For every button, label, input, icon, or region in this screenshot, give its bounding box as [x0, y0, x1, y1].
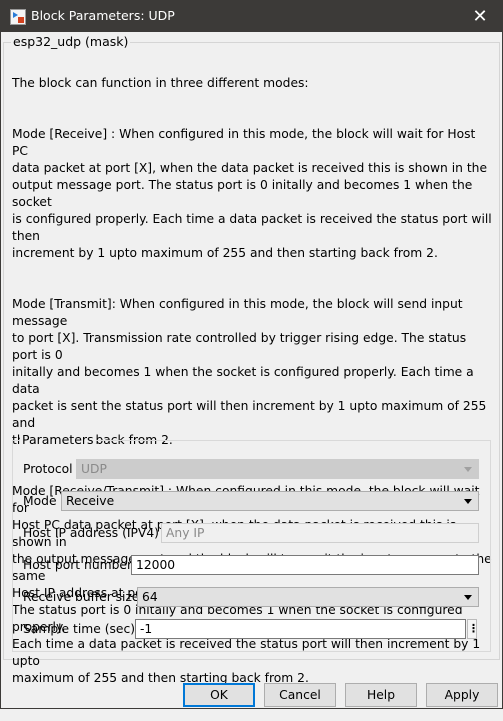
sample-time-label: Sample time (sec) — [23, 622, 136, 636]
mask-legend: esp32_udp (mask) — [11, 34, 131, 49]
more-options-button[interactable]: ⋮ — [467, 619, 479, 639]
title-bar: Block Parameters: UDP ✕ — [1, 1, 502, 32]
chevron-down-icon — [464, 595, 472, 600]
chevron-down-icon — [464, 499, 472, 504]
protocol-label: Protocol — [23, 462, 73, 476]
mode-value: Receive — [66, 494, 115, 508]
host-port-label: Host port number — [23, 558, 133, 572]
window-title: Block Parameters: UDP — [31, 8, 175, 23]
parameters-legend: Parameters — [20, 432, 96, 447]
simulink-block-icon — [10, 9, 26, 25]
protocol-value: UDP — [81, 462, 107, 476]
buffer-size-label: Receive buffer size — [23, 590, 140, 604]
description-intro: The block can function in three differen… — [12, 76, 309, 90]
mode-label: Mode — [23, 494, 57, 508]
apply-button[interactable]: Apply — [426, 683, 498, 707]
ok-button[interactable]: OK — [183, 683, 255, 707]
help-button[interactable]: Help — [345, 683, 417, 707]
host-ip-input[interactable]: Any IP — [161, 523, 479, 543]
sample-time-input[interactable]: -1 — [135, 619, 466, 639]
mode-select[interactable]: Receive — [61, 491, 479, 511]
protocol-select[interactable]: UDP — [76, 459, 479, 479]
host-port-input[interactable]: 12000 — [131, 555, 479, 575]
description-transmit: Mode [Transmit]: When configured in this… — [12, 297, 487, 447]
description-receive: Mode [Receive] : When configured in this… — [12, 127, 492, 260]
chevron-down-icon — [464, 467, 472, 472]
cancel-button[interactable]: Cancel — [264, 683, 336, 707]
close-button[interactable]: ✕ — [458, 1, 502, 32]
host-ip-label: Host IP address (IPV4) — [23, 526, 159, 540]
buffer-size-value: 64 — [142, 590, 158, 604]
buffer-size-select[interactable]: 64 — [137, 587, 479, 607]
